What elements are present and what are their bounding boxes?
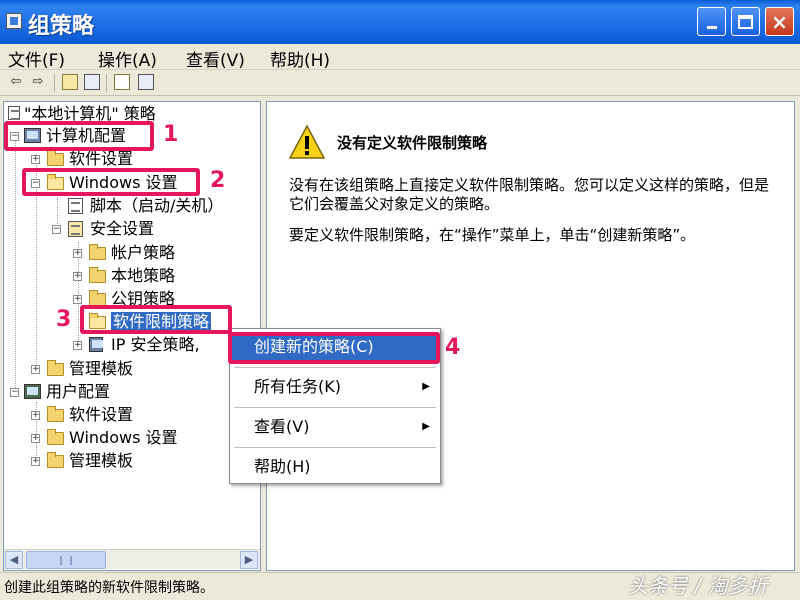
minimize-icon bbox=[706, 26, 717, 29]
scroll-right-icon[interactable]: ▶ bbox=[240, 551, 258, 569]
security-icon bbox=[68, 221, 83, 237]
step-number-1: 1 bbox=[163, 122, 179, 147]
menu-create-new-policy[interactable]: 创建新的策略(C) bbox=[232, 333, 438, 361]
folder-icon bbox=[89, 244, 106, 260]
tree-horizontal-scrollbar[interactable]: ◀ ▶ bbox=[4, 549, 260, 569]
expand-icon: + bbox=[31, 364, 40, 374]
collapse-icon: − bbox=[52, 224, 61, 234]
menu-file[interactable]: 文件(F) bbox=[8, 46, 65, 71]
close-icon: × bbox=[771, 9, 788, 34]
network-icon bbox=[89, 337, 103, 352]
expand-icon: + bbox=[31, 456, 40, 466]
expand-icon: + bbox=[73, 340, 82, 350]
scroll-thumb[interactable] bbox=[26, 551, 106, 569]
expand-icon: + bbox=[31, 433, 40, 443]
menu-all-tasks[interactable]: 所有任务(K) ▶ bbox=[232, 373, 438, 401]
minimize-button[interactable] bbox=[697, 7, 726, 36]
script-icon bbox=[68, 198, 83, 214]
expand-icon: + bbox=[73, 294, 82, 304]
detail-paragraph-1: 没有在该组策略上直接定义软件限制策略。您可以定义这样的策略，但是它们会覆盖父对象… bbox=[289, 176, 770, 213]
window-title: 组策略 bbox=[28, 14, 95, 39]
computer-icon bbox=[24, 128, 41, 143]
forward-arrow-icon[interactable]: ⇨ bbox=[30, 74, 46, 90]
folder-icon bbox=[47, 452, 64, 468]
menu-action[interactable]: 操作(A) bbox=[98, 46, 157, 71]
folder-icon bbox=[47, 406, 64, 422]
app-icon bbox=[6, 13, 22, 29]
folder-icon bbox=[47, 429, 64, 445]
toolbar-separator bbox=[106, 74, 107, 92]
collapse-icon: − bbox=[31, 178, 40, 188]
user-icon bbox=[24, 384, 41, 399]
properties-icon[interactable] bbox=[114, 74, 130, 90]
expand-icon: + bbox=[73, 248, 82, 258]
collapse-icon: − bbox=[10, 387, 19, 397]
group-policy-window: 组策略 × 文件(F) 操作(A) 查看(V) 帮助(H) ⇦ ⇨ "本地计算机… bbox=[0, 0, 800, 600]
status-text: 创建此组策略的新软件限制策略。 bbox=[4, 580, 214, 596]
collapse-icon: − bbox=[10, 131, 19, 141]
folder-open-icon bbox=[47, 174, 64, 190]
folder-icon bbox=[89, 267, 106, 283]
maximize-button[interactable] bbox=[731, 7, 760, 36]
menu-help-item[interactable]: 帮助(H) bbox=[232, 453, 438, 481]
policy-icon bbox=[8, 106, 20, 120]
detail-heading: 没有定义软件限制策略 bbox=[337, 134, 488, 152]
close-button[interactable]: × bbox=[765, 7, 794, 36]
title-bar[interactable]: 组策略 × bbox=[0, 0, 800, 44]
folder-icon bbox=[89, 290, 106, 306]
menu-view-sub[interactable]: 查看(V) ▶ bbox=[232, 413, 438, 441]
detail-paragraph-2: 要定义软件限制策略，在“操作”菜单上，单击“创建新策略”。 bbox=[289, 226, 696, 244]
up-folder-icon[interactable] bbox=[62, 74, 78, 90]
expand-icon: + bbox=[73, 271, 82, 281]
back-arrow-icon[interactable]: ⇦ bbox=[8, 74, 24, 90]
expand-icon: + bbox=[31, 410, 40, 420]
menu-bar: 文件(F) 操作(A) 查看(V) 帮助(H) bbox=[0, 44, 800, 71]
folder-icon bbox=[47, 360, 64, 376]
submenu-arrow-icon: ▶ bbox=[422, 421, 430, 432]
context-menu: 创建新的策略(C) 所有任务(K) ▶ 查看(V) ▶ 帮助(H) bbox=[229, 328, 441, 484]
scroll-left-icon[interactable]: ◀ bbox=[5, 551, 23, 569]
folder-open-icon bbox=[89, 313, 106, 329]
watermark: 头条号 / 淘多折 bbox=[628, 574, 768, 598]
maximize-icon bbox=[738, 14, 753, 29]
toolbar: ⇦ ⇨ bbox=[0, 70, 800, 96]
menu-view[interactable]: 查看(V) bbox=[186, 46, 245, 71]
toolbar-separator bbox=[54, 74, 55, 92]
step-number-3: 3 bbox=[56, 307, 72, 332]
help-icon[interactable] bbox=[138, 74, 154, 90]
menu-help[interactable]: 帮助(H) bbox=[270, 46, 330, 71]
step-number-4: 4 bbox=[445, 335, 461, 360]
submenu-arrow-icon: ▶ bbox=[422, 381, 430, 392]
expand-icon: + bbox=[31, 154, 40, 164]
warning-icon bbox=[289, 124, 325, 159]
folder-icon bbox=[47, 150, 64, 166]
step-number-2: 2 bbox=[210, 168, 226, 193]
show-tree-icon[interactable] bbox=[84, 74, 100, 90]
